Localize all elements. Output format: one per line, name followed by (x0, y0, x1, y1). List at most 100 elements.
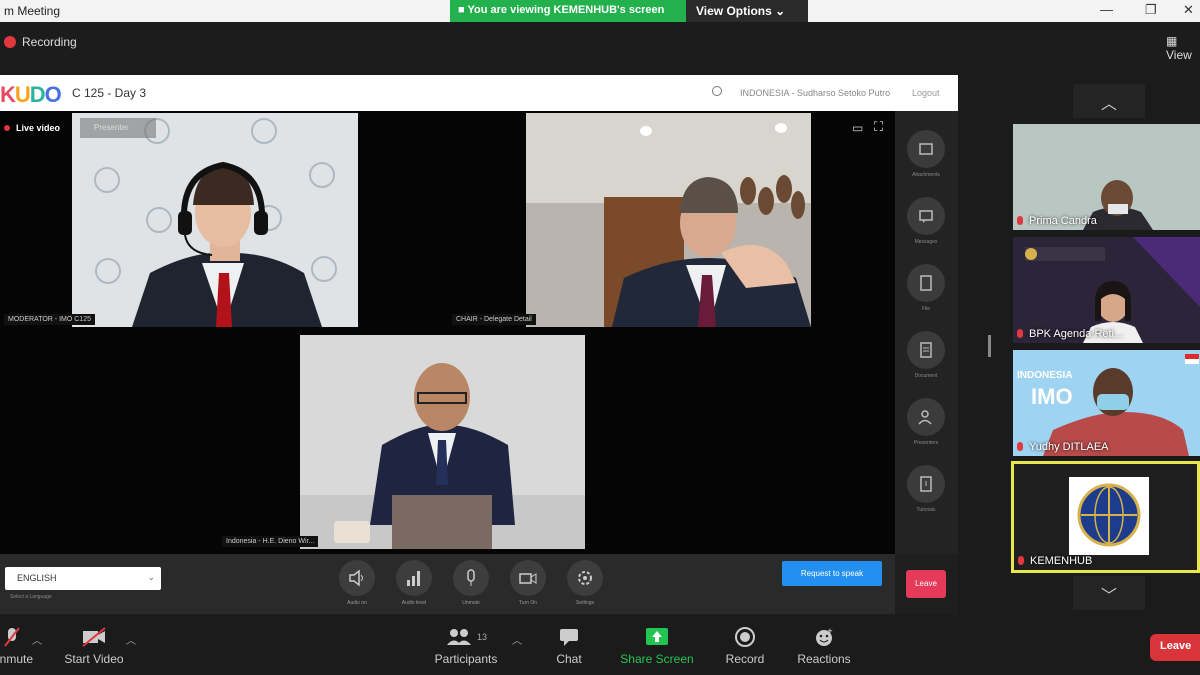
participants-label: Participants (434, 652, 498, 666)
side-label: Tutorials (916, 507, 936, 513)
record-label: Record (725, 652, 765, 666)
participant-name: Yudhy DITLAEA (1017, 441, 1109, 453)
kudo-user-name: INDONESIA - Sudharso Setoko Putro (740, 88, 891, 98)
presenter-tag: Presenter (80, 118, 156, 138)
video-tile-moderator (72, 113, 358, 327)
participant-thumb[interactable]: BPK Agenda Reti... (1013, 237, 1200, 343)
record-icon (718, 626, 772, 648)
participant-name: KEMENHUB (1018, 555, 1092, 567)
chat-icon (547, 626, 591, 648)
indonesia-video (300, 363, 585, 549)
picture-in-picture-icon[interactable]: ▭ (852, 121, 863, 135)
side-label: Attachments (912, 172, 940, 178)
chevron-up-icon[interactable]: ︿ (126, 632, 136, 647)
start-video-label: Start Video (64, 652, 124, 666)
share-screen-button[interactable]: Share Screen (618, 626, 696, 666)
start-video-button[interactable]: Start Video (58, 626, 130, 666)
chevron-up-icon[interactable]: ︿ (512, 632, 522, 647)
maximize-button[interactable]: ❐ (1145, 2, 1157, 18)
side-label: File (921, 306, 931, 312)
session-title: C 125 - Day 3 (72, 86, 147, 100)
side-label: Messages (914, 239, 938, 245)
share-banner-text: You are viewing KEMENHUB's screen (467, 4, 665, 16)
side-label: Presenters (913, 440, 939, 446)
mic-off-icon (1017, 442, 1023, 451)
reactions-label: Reactions (797, 652, 851, 666)
share-banner-icon: ■ (458, 4, 468, 16)
chevron-down-icon: ⌄ (775, 4, 786, 18)
recording-label: Recording (22, 35, 77, 49)
gallery-down-button[interactable]: ﹀ (1073, 576, 1145, 610)
request-to-speak-button[interactable]: Request to speak (782, 561, 882, 586)
mic-off-icon (1017, 329, 1023, 338)
file-button[interactable] (907, 264, 945, 302)
audio-level-button[interactable] (396, 560, 432, 596)
window-title: m Meeting (4, 4, 61, 18)
tutorials-button[interactable] (907, 465, 945, 503)
control-label: Audio level (401, 600, 427, 606)
presenters-button[interactable] (907, 398, 945, 436)
mic-off-icon (1018, 556, 1024, 565)
record-button[interactable]: Record (718, 626, 772, 666)
participant-thumb[interactable]: INDONESIA IMO Yudhy DITLAEA (1013, 350, 1200, 456)
kudo-settings-button[interactable] (567, 560, 603, 596)
close-button[interactable]: ✕ (1183, 2, 1194, 18)
minimize-button[interactable]: — (1100, 2, 1113, 17)
tile-label: Indonesia - H.E. Dieno Wir... (222, 536, 319, 547)
share-screen-label: Share Screen (620, 652, 694, 666)
video-tile-indonesia (300, 335, 585, 549)
control-label: Turn On (518, 600, 538, 606)
zoom-top-bar (0, 22, 1200, 72)
messages-button[interactable] (907, 197, 945, 235)
control-label: Settings (575, 600, 595, 606)
language-value: ENGLISH (17, 573, 57, 583)
participant-thumb[interactable]: Prima Candra (1013, 124, 1200, 230)
participants-button[interactable]: 13 Participants (430, 626, 502, 666)
chevron-down-icon: ⌄ (147, 572, 155, 582)
chat-button[interactable]: Chat (547, 626, 591, 666)
reactions-icon: + (793, 626, 855, 648)
record-icon (4, 36, 16, 48)
chair-video (526, 113, 811, 327)
chevron-up-icon[interactable]: ︿ (32, 632, 42, 647)
attachments-button[interactable] (907, 130, 945, 168)
view-button[interactable]: ▦ View (1166, 34, 1200, 62)
kudo-logo: KUDO (0, 82, 62, 107)
video-off-icon (58, 626, 130, 648)
view-options-button[interactable]: View Options ⌄ (686, 0, 808, 22)
kudo-leave-button[interactable]: Leave (906, 570, 946, 598)
recording-indicator[interactable]: Recording (4, 35, 77, 49)
unmute-label: Unmute (0, 652, 34, 666)
participant-name: BPK Agenda Reti... (1017, 328, 1123, 340)
tile-label: CHAIR - Delegate Detail (452, 314, 536, 325)
kudo-mic-button[interactable] (453, 560, 489, 596)
view-label: View (1166, 48, 1192, 62)
participants-count: 13 (476, 632, 487, 642)
chevron-up-icon: ︿ (1100, 96, 1117, 113)
participant-thumb-active[interactable]: KEMENHUB (1011, 461, 1200, 573)
audio-button[interactable] (339, 560, 375, 596)
chevron-down-icon: ﹀ (1100, 588, 1117, 605)
language-select[interactable]: ENGLISH ⌄ (5, 567, 161, 590)
share-screen-icon (618, 626, 696, 648)
share-banner: ■ You are viewing KEMENHUB's screen (450, 0, 686, 22)
gallery-up-button[interactable]: ︿ (1073, 84, 1145, 118)
tile-label: MODERATOR - IMO C125 (4, 314, 95, 325)
document-button[interactable] (907, 331, 945, 369)
view-options-label: View Options (696, 4, 772, 18)
svg-text:+: + (827, 627, 833, 635)
language-caption: Select a Language (10, 594, 52, 600)
logout-link[interactable]: Logout (912, 88, 940, 98)
live-video-indicator: Live video (4, 123, 60, 133)
gallery-resize-handle[interactable] (988, 335, 991, 357)
kemenhub-logo (1069, 477, 1149, 555)
reactions-button[interactable]: + Reactions (793, 626, 855, 666)
video-tile-chair (526, 113, 811, 327)
kudo-video-button[interactable] (510, 560, 546, 596)
moderator-video (94, 118, 337, 327)
meeting-toolbar (0, 618, 1200, 675)
leave-meeting-button[interactable]: Leave (1150, 634, 1200, 661)
fullscreen-icon[interactable]: ⛶ (874, 119, 883, 135)
globe-icon[interactable] (712, 86, 722, 96)
grid-icon: ▦ (1166, 34, 1178, 48)
